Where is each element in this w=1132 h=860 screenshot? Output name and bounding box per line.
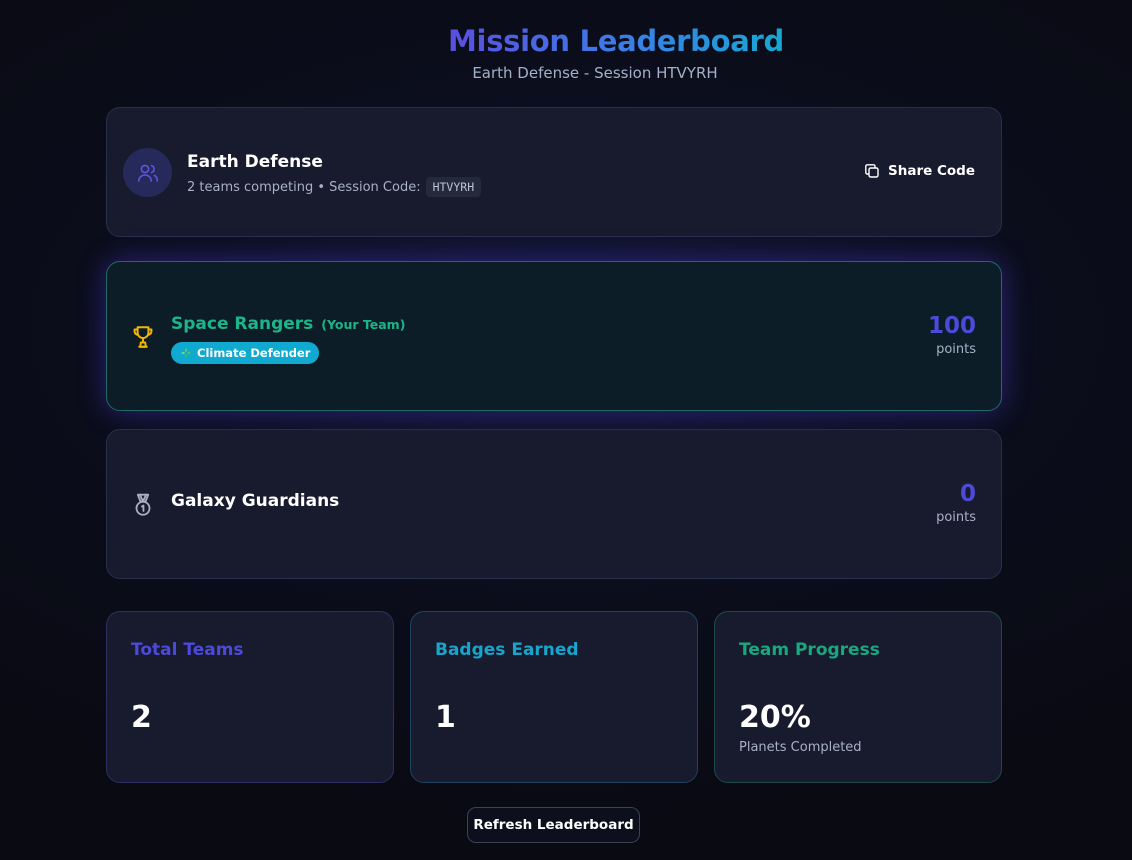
stat-sub-label: Planets Completed xyxy=(739,740,862,755)
leaf-icon xyxy=(181,348,191,358)
stat-value: 1 xyxy=(435,700,456,735)
team-points: 0 points xyxy=(936,480,976,525)
team-name-row: Space Rangers (Your Team) xyxy=(171,314,405,334)
stat-card-team-progress: Team Progress 20% Planets Completed xyxy=(714,611,1002,783)
points-label: points xyxy=(936,342,976,357)
users-icon xyxy=(137,164,158,182)
share-code-label: Share Code xyxy=(888,163,975,179)
session-name: Earth Defense xyxy=(187,152,323,172)
stat-value: 2 xyxy=(131,700,152,735)
points-label: points xyxy=(936,510,976,525)
team-row-galaxy-guardians: Galaxy Guardians 0 points xyxy=(106,429,1002,579)
session-meta: 2 teams competing • Session Code: HTVYRH xyxy=(187,177,482,197)
session-card: Earth Defense 2 teams competing • Sessio… xyxy=(106,107,1002,237)
session-avatar xyxy=(123,148,172,197)
your-team-tag: (Your Team) xyxy=(321,317,406,332)
team-name: Space Rangers xyxy=(171,314,314,334)
medal-icon xyxy=(135,493,151,516)
page-header: Mission Leaderboard Earth Defense - Sess… xyxy=(0,24,1132,82)
stat-value: 20% xyxy=(739,700,811,735)
page-title: Mission Leaderboard xyxy=(448,24,784,58)
points-value: 100 xyxy=(927,313,976,339)
team-name-row: Galaxy Guardians xyxy=(171,491,339,511)
leaderboard-page: Mission Leaderboard Earth Defense - Sess… xyxy=(0,0,1132,860)
points-value: 0 xyxy=(959,481,976,507)
team-points: 100 points xyxy=(928,312,976,357)
trophy-icon xyxy=(133,326,153,348)
page-subtitle: Earth Defense - Session HTVYRH xyxy=(472,64,718,82)
stat-label: Team Progress xyxy=(739,640,880,660)
copy-icon xyxy=(865,164,879,178)
stat-card-total-teams: Total Teams 2 xyxy=(106,611,394,783)
stat-label: Badges Earned xyxy=(435,640,579,660)
team-row-space-rangers: Space Rangers (Your Team) Climate Defend… xyxy=(106,261,1002,411)
team-name: Galaxy Guardians xyxy=(171,491,340,511)
climate-defender-badge: Climate Defender xyxy=(171,342,320,364)
session-code: HTVYRH xyxy=(425,177,482,197)
badge-label: Climate Defender xyxy=(197,346,311,360)
refresh-leaderboard-button[interactable]: Refresh Leaderboard xyxy=(467,807,640,843)
stat-label: Total Teams xyxy=(131,640,244,660)
share-code-button[interactable]: Share Code xyxy=(864,163,975,179)
stat-card-badges-earned: Badges Earned 1 xyxy=(410,611,698,783)
session-meta-text: 2 teams competing • Session Code: xyxy=(187,179,421,195)
